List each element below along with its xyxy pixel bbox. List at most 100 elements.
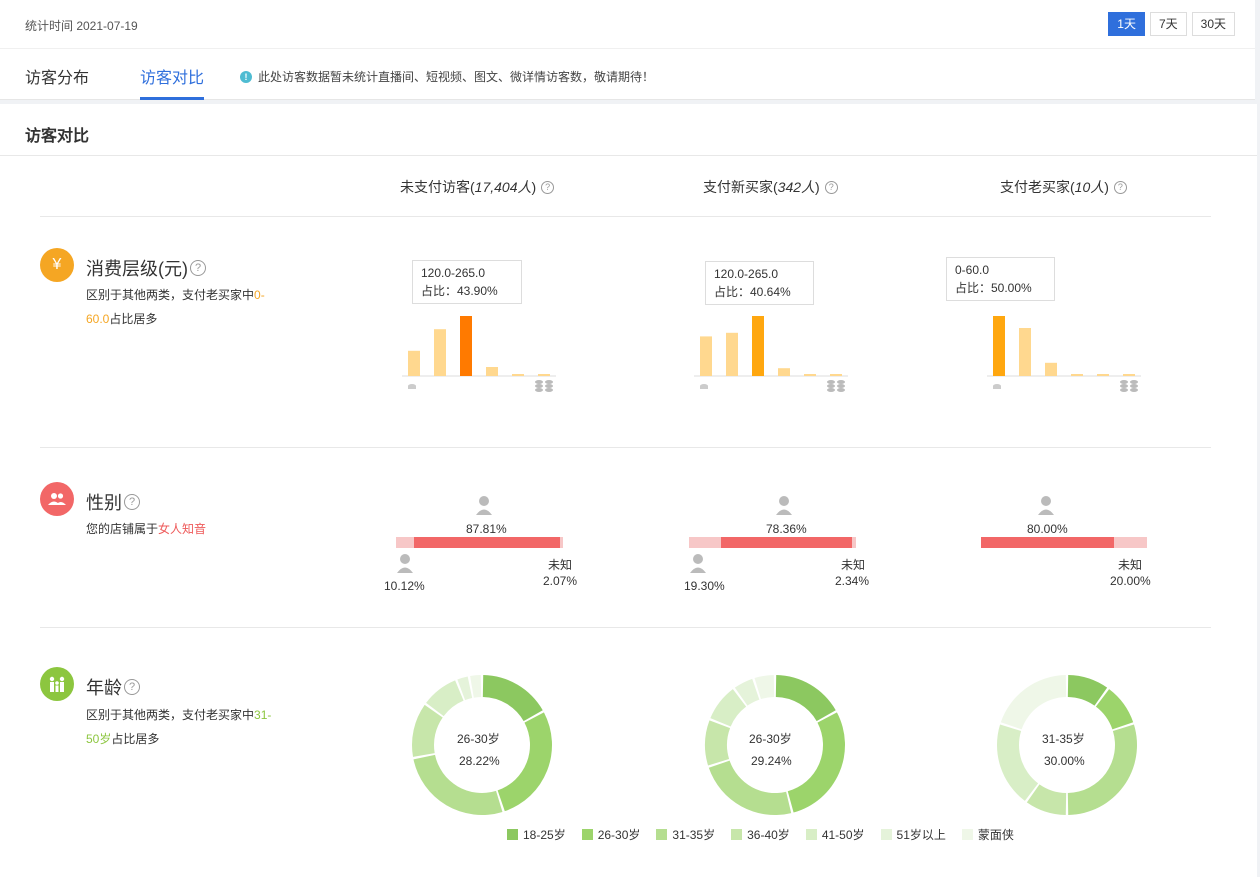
donut-slice[interactable] — [705, 720, 731, 766]
legend-swatch — [581, 829, 593, 840]
consumption-bar[interactable] — [752, 316, 764, 376]
legend-item[interactable]: 蒙面侠 — [961, 826, 1014, 843]
divider — [0, 155, 1257, 156]
male-person-icon — [397, 554, 413, 573]
donut-slice[interactable] — [997, 724, 1039, 801]
unknown-label: 未知 — [1118, 558, 1143, 572]
tab-visitor-comparison[interactable]: 访客对比 — [140, 64, 204, 88]
consumption-bar-chart — [987, 316, 1141, 392]
chart-tooltip: 120.0-265.0 占比：43.90% — [412, 260, 522, 304]
range-selector: 1天 7天 30天 — [1108, 12, 1235, 36]
donut-center-label: 31-35岁 — [1042, 732, 1085, 746]
panel-title: 访客对比 — [25, 128, 90, 145]
coin-small-icon — [993, 384, 1001, 389]
range-7day-button[interactable]: 7天 — [1149, 12, 1187, 36]
donut-center-value: 29.24% — [751, 754, 792, 768]
legend-swatch — [805, 829, 817, 840]
consumption-bar[interactable] — [726, 332, 738, 376]
consumption-bar[interactable] — [460, 316, 472, 376]
consumption-bar[interactable] — [1123, 374, 1135, 376]
legend-item[interactable]: 51岁以上 — [880, 826, 946, 843]
divider — [40, 447, 1211, 448]
active-tab-indicator — [140, 97, 204, 100]
legend-swatch — [731, 829, 743, 840]
top-bar: 统计时间 2021-07-19 1天 7天 30天 访客分布 访客对比 ! 此处… — [0, 0, 1255, 100]
age-legend: 18-25岁 26-30岁 31-35岁 36-40岁 41-50岁 51岁以上… — [507, 826, 1014, 843]
help-icon[interactable]: ? — [124, 679, 140, 695]
consumption-bar[interactable] — [993, 316, 1005, 376]
help-icon[interactable]: ? — [1113, 180, 1127, 194]
help-icon[interactable]: ? — [190, 260, 206, 276]
help-icon[interactable]: ? — [541, 180, 555, 194]
legend-swatch — [880, 829, 892, 840]
female-share: 80.00% — [1027, 522, 1068, 536]
help-icon[interactable]: ? — [124, 494, 140, 510]
gender-description: 您的店铺属于女人知音 — [86, 522, 207, 536]
unknown-label: 未知 — [548, 558, 573, 572]
donut-slice[interactable] — [497, 712, 552, 812]
donut-slice[interactable] — [412, 704, 443, 757]
column-header-unpaid: 未支付访客(17,404人) ? — [400, 177, 555, 197]
consumption-bar[interactable] — [512, 374, 524, 376]
consumption-bar[interactable] — [1071, 374, 1083, 376]
consumption-bar[interactable] — [830, 374, 842, 376]
donut-center-value: 30.00% — [1044, 754, 1085, 768]
unknown-share: 2.07% — [543, 574, 578, 588]
consumption-bar[interactable] — [434, 329, 446, 376]
coin-stack-icon — [1120, 380, 1138, 392]
consumption-bar[interactable] — [538, 374, 550, 376]
male-share: 19.30% — [684, 579, 725, 593]
female-bar — [721, 537, 852, 548]
donut-slice[interactable] — [708, 760, 792, 815]
legend-item[interactable]: 18-25岁 — [507, 826, 566, 843]
female-person-icon — [776, 496, 792, 515]
donut-center-label: 26-30岁 — [457, 732, 500, 746]
age-description: 区别于其他两类，支付老买家中31-50岁占比居多 — [86, 708, 272, 746]
donut-slice[interactable] — [482, 675, 543, 722]
highlight-text: 女人知音 — [158, 522, 207, 536]
consumption-bar[interactable] — [486, 367, 498, 376]
female-person-icon — [1038, 496, 1054, 515]
unknown-share: 20.00% — [1110, 574, 1151, 588]
donut-slice[interactable] — [787, 712, 845, 813]
female-bar — [414, 537, 560, 548]
donut-slice[interactable] — [775, 675, 836, 722]
donut-slice[interactable] — [1000, 675, 1067, 730]
consumption-bar[interactable] — [1019, 328, 1031, 376]
consumption-bar[interactable] — [408, 350, 420, 376]
divider — [40, 627, 1211, 628]
female-share: 87.81% — [466, 522, 507, 536]
range-30day-button[interactable]: 30天 — [1191, 12, 1235, 36]
info-icon: ! — [240, 70, 252, 83]
consumption-bar[interactable] — [1097, 374, 1109, 376]
consumption-bar[interactable] — [700, 336, 712, 376]
column-header-old-buyer: 支付老买家(10人) ? — [1000, 177, 1127, 197]
legend-item[interactable]: 26-30岁 — [581, 826, 640, 843]
consumption-bar-chart — [694, 316, 848, 392]
donut-center-value: 28.22% — [459, 754, 500, 768]
stat-time: 统计时间 2021-07-19 — [25, 19, 138, 33]
help-icon[interactable]: ? — [824, 180, 838, 194]
consumption-bar[interactable] — [1045, 362, 1057, 376]
legend-item[interactable]: 41-50岁 — [805, 826, 865, 843]
consumption-bar[interactable] — [778, 368, 790, 376]
coin-small-icon — [408, 384, 416, 389]
consumption-bar[interactable] — [804, 374, 816, 376]
male-person-icon — [690, 554, 706, 573]
notice: ! 此处访客数据暂未统计直播间、短视频、图文、微详情访客数，敬请期待！ — [240, 68, 654, 85]
female-share: 78.36% — [766, 522, 807, 536]
donut-slice[interactable] — [470, 675, 482, 698]
range-1day-button[interactable]: 1天 — [1108, 12, 1145, 36]
consumption-bar-chart — [402, 316, 556, 392]
consumption-title: 消费层级(元) ? — [86, 255, 206, 281]
donut-center-label: 26-30岁 — [749, 732, 792, 746]
tab-visitor-distribution[interactable]: 访客分布 — [25, 64, 89, 88]
legend-item[interactable]: 36-40岁 — [731, 826, 790, 843]
comparison-panel: 访客对比 未支付访客(17,404人) ? 支付新买家(342人) ? 支付老买… — [0, 104, 1257, 877]
coin-stack-icon — [535, 380, 553, 392]
gender-title: 性别 ? — [86, 489, 140, 515]
male-share: 10.12% — [384, 579, 425, 593]
legend-swatch — [507, 829, 518, 840]
legend-swatch — [961, 829, 973, 840]
legend-item[interactable]: 31-35岁 — [656, 826, 715, 843]
